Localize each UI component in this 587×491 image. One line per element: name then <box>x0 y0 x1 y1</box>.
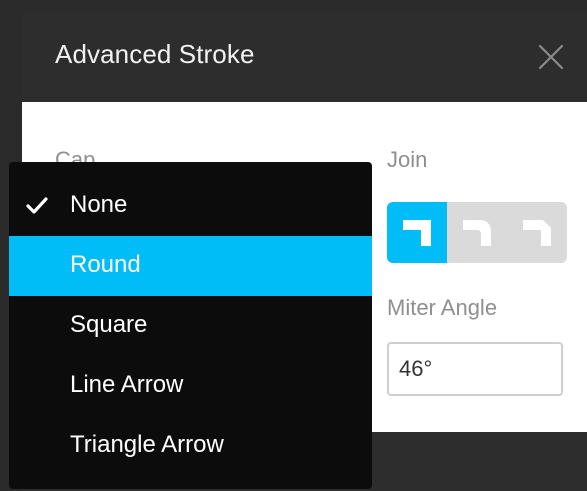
cap-dropdown-menu: None Round Square Line Arrow Triangle Ar… <box>9 162 372 489</box>
close-icon <box>538 44 564 70</box>
miter-join-icon <box>403 220 431 246</box>
cap-option-label: Line Arrow <box>70 371 184 398</box>
cap-option-none[interactable]: None <box>9 176 372 236</box>
cap-option-label: Triangle Arrow <box>70 431 224 458</box>
cap-option-triangle-arrow[interactable]: Triangle Arrow <box>9 416 372 476</box>
join-round-button[interactable] <box>447 202 507 263</box>
round-join-icon <box>463 220 491 246</box>
cap-option-label: Round <box>70 251 141 278</box>
miter-angle-input[interactable] <box>387 342 563 396</box>
checkmark-icon <box>26 197 48 214</box>
dialog-header: Advanced Stroke <box>22 12 587 102</box>
cap-option-label: Square <box>70 311 148 338</box>
cap-option-label: None <box>70 191 128 218</box>
join-label: Join <box>387 147 428 172</box>
cap-option-line-arrow[interactable]: Line Arrow <box>9 356 372 416</box>
bevel-join-icon <box>523 220 551 246</box>
cap-option-round[interactable]: Round <box>9 236 372 296</box>
join-miter-button[interactable] <box>387 202 447 263</box>
join-bevel-button[interactable] <box>507 202 567 263</box>
cap-option-square[interactable]: Square <box>9 296 372 356</box>
join-segmented-control <box>387 202 567 263</box>
dialog-title: Advanced Stroke <box>55 39 255 69</box>
miter-angle-label: Miter Angle <box>387 295 498 320</box>
close-button[interactable] <box>536 42 566 72</box>
